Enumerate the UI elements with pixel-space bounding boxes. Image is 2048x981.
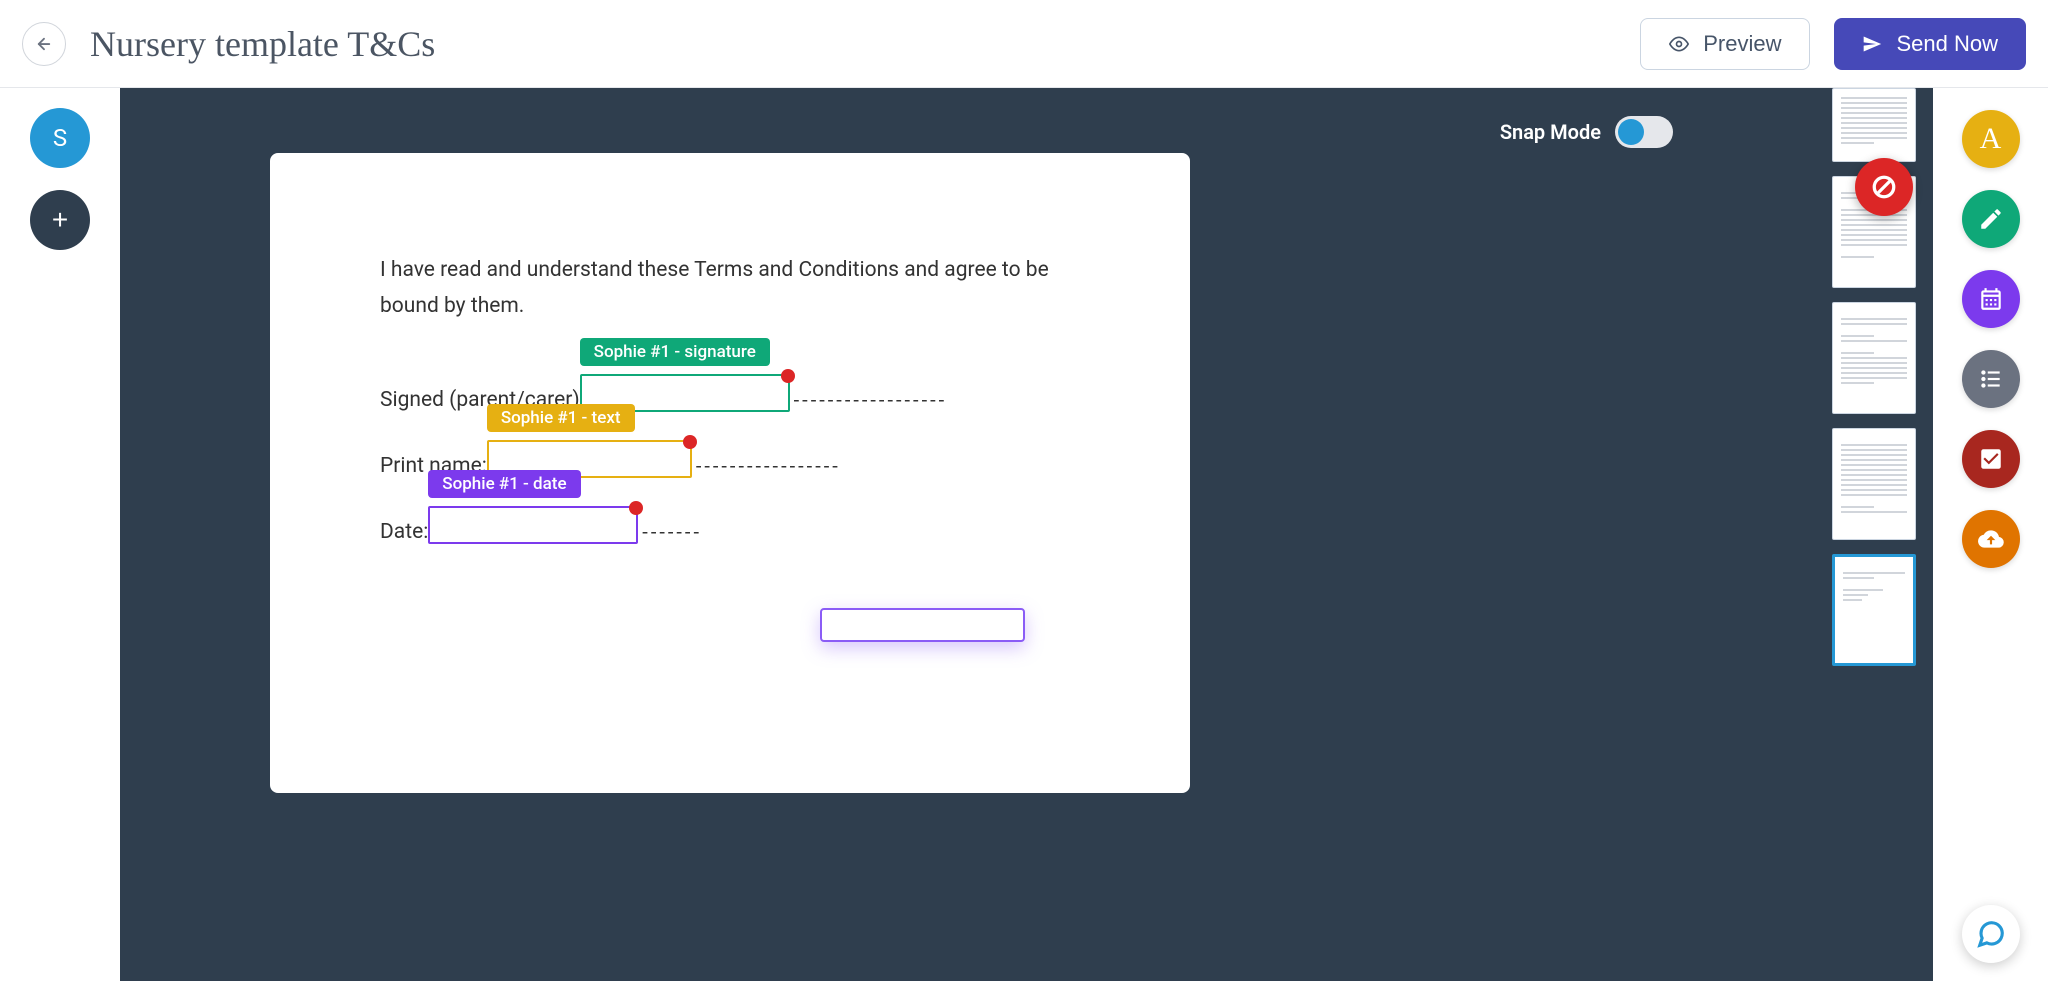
page-title: Nursery template T&Cs	[90, 23, 435, 65]
list-icon	[1978, 366, 2004, 392]
snap-mode-toggle[interactable]	[1615, 116, 1673, 148]
canvas: Snap Mode I have read and understand the…	[120, 88, 1933, 981]
thumb-page-4[interactable]	[1832, 428, 1916, 540]
document-page[interactable]: I have read and understand these Terms a…	[270, 153, 1190, 793]
snap-label: Snap Mode	[1500, 120, 1601, 144]
cancel-field-button[interactable]	[1855, 158, 1913, 216]
preview-button[interactable]: Preview	[1640, 18, 1810, 70]
tool-signature[interactable]	[1962, 190, 2020, 248]
cloud-upload-icon	[1978, 526, 2004, 552]
thumb-page-1[interactable]	[1832, 88, 1916, 162]
paper-plane-icon	[1862, 34, 1882, 54]
chat-icon	[1976, 919, 2006, 949]
header: Nursery template T&Cs Preview Send Now	[0, 0, 2048, 88]
page-thumbnails	[1818, 88, 1933, 981]
tool-checkbox[interactable]	[1962, 430, 2020, 488]
consent-text: I have read and understand these Terms a…	[380, 253, 1080, 324]
add-signer-button[interactable]: +	[30, 190, 90, 250]
tool-date[interactable]	[1962, 270, 2020, 328]
eye-icon	[1669, 34, 1689, 54]
arrow-left-icon	[35, 35, 53, 53]
tool-dropdown[interactable]	[1962, 350, 2020, 408]
placing-field-ghost[interactable]	[820, 608, 1025, 642]
tool-text[interactable]: A	[1962, 110, 2020, 168]
text-tag: Sophie #1 - text	[487, 404, 635, 432]
signer-avatar[interactable]: S	[30, 108, 90, 168]
pencil-icon	[1978, 206, 2004, 232]
send-now-button[interactable]: Send Now	[1834, 18, 2026, 70]
send-label: Send Now	[1896, 31, 1998, 57]
preview-label: Preview	[1703, 31, 1781, 57]
date-tag: Sophie #1 - date	[428, 470, 580, 498]
main: S + Snap Mode I have read and understand…	[0, 88, 2048, 981]
date-box[interactable]	[428, 506, 638, 544]
right-rail: A	[1933, 88, 2048, 981]
snap-mode-row: Snap Mode	[1500, 116, 1673, 148]
dash-line: -------	[642, 520, 702, 544]
back-button[interactable]	[22, 22, 66, 66]
checkbox-icon	[1978, 446, 2004, 472]
tool-upload[interactable]	[1962, 510, 2020, 568]
dash-line: -----------------	[696, 454, 841, 478]
required-dot	[683, 435, 697, 449]
date-label: Date:	[380, 520, 428, 544]
date-field[interactable]: Sophie #1 - date	[428, 506, 638, 544]
signature-tag: Sophie #1 - signature	[580, 338, 770, 366]
calendar-icon	[1978, 286, 2004, 312]
thumb-page-3[interactable]	[1832, 302, 1916, 414]
cancel-icon	[1871, 174, 1897, 200]
required-dot	[629, 501, 643, 515]
thumb-page-5[interactable]	[1832, 554, 1916, 666]
required-dot	[781, 369, 795, 383]
text-icon: A	[1980, 122, 2002, 156]
chat-support-button[interactable]	[1962, 905, 2020, 963]
dash-line: ------------------	[794, 388, 948, 412]
toggle-knob	[1618, 119, 1644, 145]
left-rail: S +	[0, 88, 120, 981]
